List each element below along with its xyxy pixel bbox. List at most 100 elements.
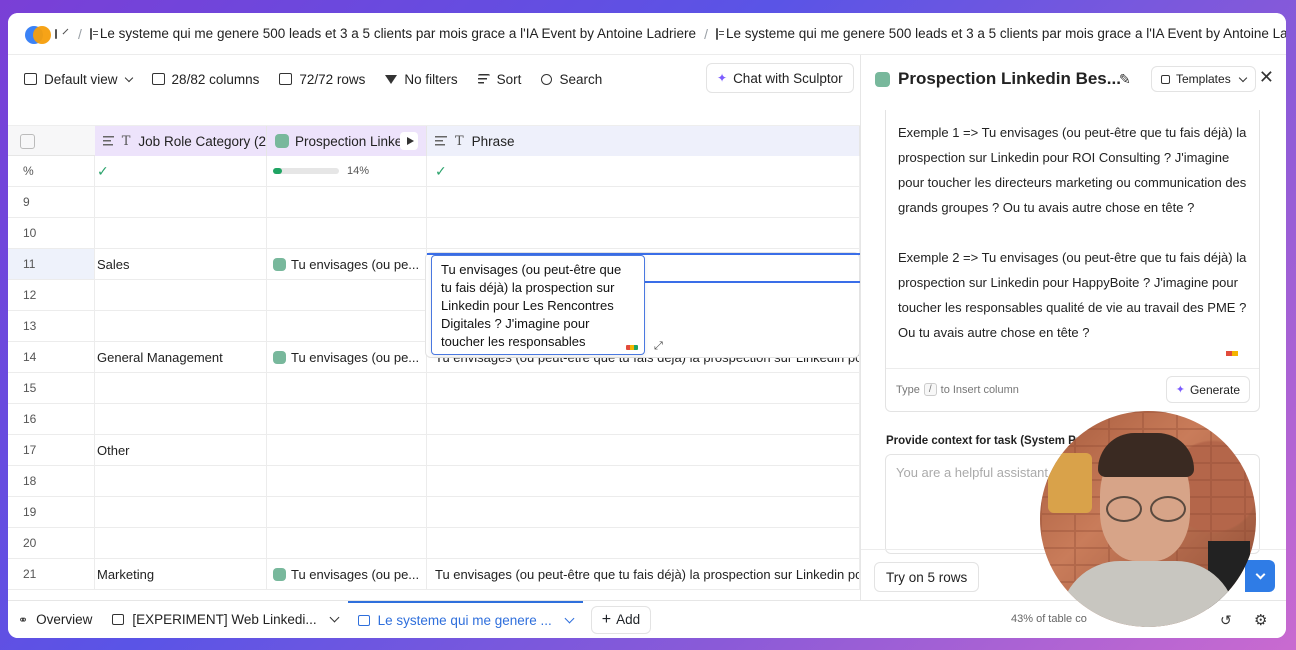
phrase-cell[interactable] — [427, 218, 860, 248]
breadcrumb-item[interactable]: Le systeme qui me genere 500 leads et 3 … — [100, 26, 696, 41]
phrase-cell[interactable] — [427, 528, 860, 558]
prospection-cell[interactable] — [267, 466, 427, 496]
rows-button[interactable]: 72/72 rows — [275, 72, 369, 87]
edit-pencil-icon[interactable]: ✎ — [1119, 71, 1131, 88]
phrase-cell[interactable] — [427, 497, 860, 527]
table-row[interactable]: 10 — [8, 218, 860, 249]
table-row[interactable]: 9 — [8, 187, 860, 218]
job-role-cell[interactable] — [95, 373, 267, 403]
tab-current-table[interactable]: Le systeme qui me genere ... — [347, 600, 583, 639]
column-header-phrase[interactable]: T Phrase — [427, 126, 860, 156]
row-number[interactable]: 19 — [8, 497, 95, 527]
job-role-cell[interactable] — [95, 218, 267, 248]
ai-model-icon — [273, 257, 286, 271]
row-number[interactable]: 13 — [8, 311, 95, 341]
job-role-cell[interactable]: General Management — [95, 342, 267, 372]
row-number[interactable]: 14 — [8, 342, 95, 372]
gear-icon[interactable]: ⚙ — [1254, 611, 1267, 629]
prospection-cell[interactable] — [267, 311, 427, 341]
job-role-cell[interactable] — [95, 528, 267, 558]
breadcrumb-item[interactable]: Le systeme qui me genere 500 leads et 3 … — [726, 26, 1286, 41]
chevron-down-icon[interactable] — [62, 28, 69, 35]
tab-overview[interactable]: ⚭ Overview — [8, 601, 102, 639]
job-role-cell[interactable]: Sales — [95, 249, 267, 279]
row-number[interactable]: 10 — [8, 218, 95, 248]
row-number[interactable]: 21 — [8, 559, 95, 589]
try-on-rows-button[interactable]: Try on 5 rows — [874, 562, 980, 592]
prospection-cell[interactable]: Tu envisages (ou pe... — [267, 249, 427, 279]
templates-dropdown[interactable]: Templates — [1151, 66, 1256, 92]
select-all-checkbox[interactable] — [20, 134, 35, 149]
sort-button[interactable]: Sort — [474, 72, 526, 87]
row-number[interactable]: 15 — [8, 373, 95, 403]
add-tab-button[interactable]: + Add — [590, 605, 652, 634]
filter-icon — [385, 74, 398, 84]
phrase-cell[interactable] — [427, 187, 860, 217]
prospection-cell[interactable] — [267, 404, 427, 434]
insert-column-hint: Type / to Insert column — [896, 383, 1019, 396]
search-button[interactable]: Search — [537, 72, 606, 87]
column-header-job-role[interactable]: T Job Role Category (2 — [95, 126, 267, 156]
folder-icon[interactable] — [55, 28, 57, 39]
run-column-play-icon[interactable] — [400, 132, 418, 150]
job-role-cell[interactable]: Other — [95, 435, 267, 465]
table-row[interactable]: 21 Marketing Tu envisages (ou pe... Tu envi… — [8, 559, 860, 590]
phrase-cell[interactable] — [427, 373, 860, 403]
table-icon — [357, 615, 370, 626]
prospection-cell[interactable]: Tu envisages (ou pe... — [267, 342, 427, 372]
table-row[interactable]: 20 — [8, 528, 860, 559]
expand-icon[interactable]: ⤢ — [654, 340, 663, 353]
table-row[interactable]: 19 — [8, 497, 860, 528]
chevron-down-icon[interactable] — [329, 612, 340, 623]
table-row[interactable]: 18 — [8, 466, 860, 497]
default-view-button[interactable]: Default view — [20, 72, 136, 87]
row-number[interactable]: 12 — [8, 280, 95, 310]
table-row[interactable]: 15 — [8, 373, 860, 404]
row-number[interactable]: 20 — [8, 528, 95, 558]
overview-graph-icon: ⚭ — [18, 612, 29, 627]
prompt-paragraph: Exemple 2 => Tu envisages (ou peut-être … — [898, 249, 1247, 340]
prompt-editor[interactable]: Exemple 1 => Tu envisages (ou peut-être … — [885, 110, 1260, 412]
phrase-cell[interactable] — [427, 404, 860, 434]
columns-button[interactable]: 28/82 columns — [148, 72, 264, 87]
chevron-down-icon[interactable] — [564, 613, 575, 624]
table-row[interactable]: 16 — [8, 404, 860, 435]
table-row[interactable]: 17 Other — [8, 435, 860, 466]
templates-label: Templates — [1176, 72, 1231, 86]
job-role-cell[interactable] — [95, 187, 267, 217]
row-number: % — [8, 156, 95, 186]
prospection-cell[interactable] — [267, 528, 427, 558]
filters-button[interactable]: No filters — [381, 72, 461, 87]
job-role-cell[interactable] — [95, 280, 267, 310]
prospection-cell[interactable] — [267, 497, 427, 527]
phrase-cell[interactable] — [427, 466, 860, 496]
cell-text: Tu envisages (ou peut-être que tu fais d… — [435, 566, 860, 582]
cell-editor[interactable]: Tu envisages (ou peut-être que tu fais d… — [431, 255, 645, 355]
generate-button[interactable]: ✦ Generate — [1165, 376, 1250, 403]
job-role-cell[interactable] — [95, 497, 267, 527]
row-number[interactable]: 9 — [8, 187, 95, 217]
job-role-cell[interactable]: Marketing — [95, 559, 267, 589]
phrase-cell[interactable] — [427, 435, 860, 465]
job-role-cell[interactable] — [95, 311, 267, 341]
default-view-label: Default view — [44, 71, 118, 87]
column-header-prospection[interactable]: Prospection Linke — [267, 126, 427, 156]
phrase-cell[interactable]: Tu envisages (ou peut-être que tu fais d… — [427, 559, 860, 589]
close-icon[interactable]: ✕ — [1259, 67, 1274, 88]
prompt-text[interactable]: Exemple 1 => Tu envisages (ou peut-être … — [898, 120, 1250, 369]
column-header-label: Prospection Linke — [295, 133, 403, 149]
job-role-cell[interactable] — [95, 466, 267, 496]
prospection-cell[interactable] — [267, 280, 427, 310]
row-number[interactable]: 11 — [8, 249, 95, 279]
row-number[interactable]: 16 — [8, 404, 95, 434]
prospection-cell[interactable] — [267, 435, 427, 465]
prospection-cell[interactable] — [267, 218, 427, 248]
row-number[interactable]: 18 — [8, 466, 95, 496]
tab-experiment[interactable]: [EXPERIMENT] Web Linkedi... — [102, 601, 347, 639]
row-number[interactable]: 17 — [8, 435, 95, 465]
prospection-cell[interactable] — [267, 187, 427, 217]
chat-with-sculptor-button[interactable]: ✦ Chat with Sculptor — [706, 63, 854, 93]
prospection-cell[interactable]: Tu envisages (ou pe... — [267, 559, 427, 589]
job-role-cell[interactable] — [95, 404, 267, 434]
prospection-cell[interactable] — [267, 373, 427, 403]
